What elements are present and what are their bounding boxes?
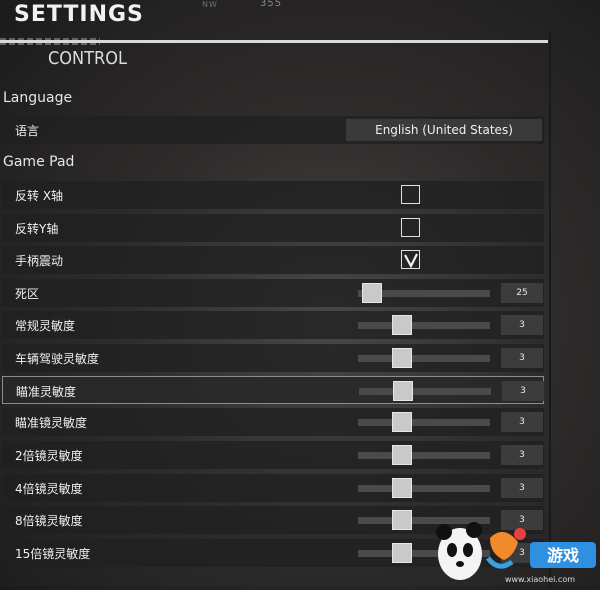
page-title: SETTINGS — [14, 2, 144, 27]
slider-row-label: 常规灵敏度 — [15, 319, 76, 333]
language-row: 语言 English (United States) — [2, 116, 544, 144]
slider-value-box[interactable]: 25 — [501, 283, 543, 303]
slider-thumb[interactable] — [391, 478, 412, 498]
slider-track[interactable] — [358, 322, 490, 329]
slider-row: 车辆驾驶灵敏度 3 — [2, 344, 544, 372]
slider-value-box[interactable]: 3 — [501, 445, 543, 465]
watermark-brand: 游戏 — [547, 546, 579, 565]
slider-value-box[interactable]: 3 — [502, 381, 544, 401]
slider-track[interactable] — [358, 355, 490, 362]
checkbox-row: 反转Y轴 — [2, 213, 544, 242]
slider-track[interactable] — [358, 452, 490, 459]
slider-row: 2倍镜灵敏度 3 — [2, 441, 544, 469]
tab-control[interactable]: CONTROL — [48, 48, 127, 69]
watermark-url: www.xiaohei.com — [505, 575, 575, 584]
slider-thumb[interactable] — [391, 412, 412, 432]
language-row-label: 语言 — [15, 124, 40, 138]
language-dropdown[interactable]: English (United States) — [346, 119, 542, 141]
slider-thumb[interactable] — [391, 543, 412, 563]
slider-row: 瞄准灵敏度 3 — [2, 376, 544, 404]
slider-thumb[interactable] — [391, 348, 412, 368]
checkbox-row: 手柄震动 — [2, 246, 544, 274]
slider-thumb[interactable] — [362, 283, 382, 303]
slider-row: 常规灵敏度 3 — [2, 311, 544, 339]
slider-thumb[interactable] — [391, 510, 412, 530]
slider-thumb[interactable] — [392, 381, 413, 401]
checkbox-row-label: 手柄震动 — [15, 254, 64, 268]
slider-row-label: 车辆驾驶灵敏度 — [15, 352, 100, 366]
compass-heading: 355 — [260, 0, 283, 9]
slider-value-box[interactable]: 3 — [501, 478, 543, 498]
slider-track[interactable] — [358, 485, 490, 492]
slider-row-label: 15倍镜灵敏度 — [15, 547, 91, 561]
checkbox-row-label: 反转Y轴 — [15, 221, 59, 236]
slider-row: 死区 25 — [2, 279, 544, 307]
checkbox-row-label: 反转 X轴 — [15, 189, 64, 203]
slider-row: 4倍镜灵敏度 3 — [2, 474, 544, 502]
compass-marker: NW — [202, 0, 218, 9]
watermark-logo: 游戏 www.xiaohei.com — [430, 518, 600, 586]
section-language: Language — [3, 90, 73, 106]
slider-value-box[interactable]: 3 — [501, 348, 543, 368]
slider-thumb[interactable] — [391, 445, 412, 465]
checkbox-row: 反转 X轴 — [2, 181, 544, 209]
slider-track[interactable] — [359, 388, 491, 395]
slider-row-label: 瞄准灵敏度 — [16, 385, 77, 399]
checkbox[interactable] — [401, 250, 420, 269]
compass-strip: NW 355 — [190, 0, 360, 12]
slider-row-label: 8倍镜灵敏度 — [15, 514, 83, 528]
slider-row-label: 瞄准镜灵敏度 — [15, 416, 88, 430]
slider-row: 瞄准镜灵敏度 3 — [2, 408, 544, 436]
checkmark-icon — [404, 253, 418, 268]
checkbox[interactable] — [401, 185, 420, 204]
title-divider — [0, 40, 548, 43]
slider-row-label: 2倍镜灵敏度 — [15, 449, 83, 463]
slider-row-label: 4倍镜灵敏度 — [15, 482, 83, 496]
slider-track[interactable] — [358, 419, 490, 426]
checkbox[interactable] — [401, 217, 420, 237]
slider-value-box[interactable]: 3 — [501, 412, 543, 432]
section-gamepad: Game Pad — [3, 154, 75, 170]
scrollbar[interactable] — [549, 30, 551, 586]
slider-thumb[interactable] — [391, 315, 412, 335]
slider-row-label: 死区 — [15, 287, 40, 301]
slider-value-box[interactable]: 3 — [501, 315, 543, 335]
